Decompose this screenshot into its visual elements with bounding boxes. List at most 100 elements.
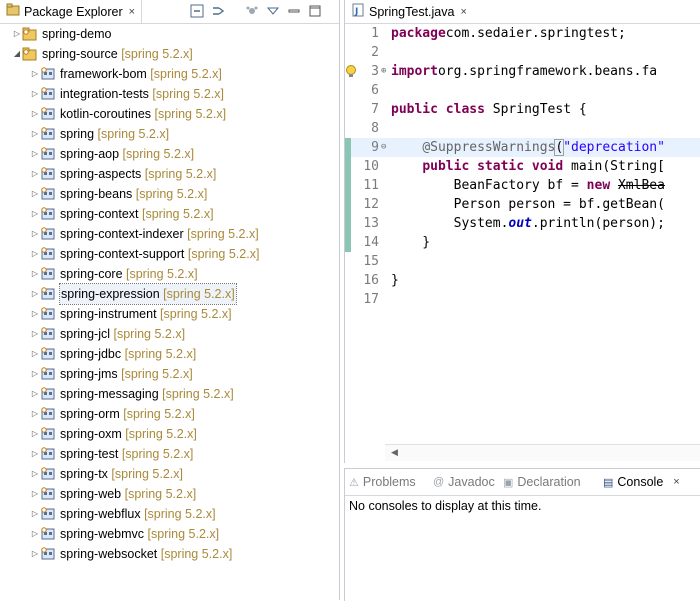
tree-item-spring-aspects[interactable]: ▷ spring-aspects [spring 5.2.x] bbox=[0, 164, 339, 184]
collapsed-twisty-icon[interactable]: ▷ bbox=[30, 204, 40, 224]
tree-item-spring-jms[interactable]: ▷ spring-jms [spring 5.2.x] bbox=[0, 364, 339, 384]
tab-console[interactable]: ▤ Console × bbox=[603, 469, 680, 495]
tree-item-text: spring-oxm [spring 5.2.x] bbox=[60, 424, 197, 444]
code-line[interactable]: 8 bbox=[345, 119, 700, 138]
collapsed-twisty-icon[interactable]: ▷ bbox=[30, 124, 40, 144]
tree-item-spring-jdbc[interactable]: ▷ spring-jdbc [spring 5.2.x] bbox=[0, 344, 339, 364]
collapsed-twisty-icon[interactable]: ▷ bbox=[30, 244, 40, 264]
scroll-left-icon[interactable]: ◀ bbox=[391, 447, 398, 458]
tree-item-spring-context-indexer[interactable]: ▷ spring-context-indexer [spring 5.2.x] bbox=[0, 224, 339, 244]
horizontal-scrollbar[interactable]: ◀ bbox=[385, 444, 700, 461]
collapsed-twisty-icon[interactable]: ▷ bbox=[30, 324, 40, 344]
code-line[interactable]: 15 bbox=[345, 252, 700, 271]
tree-item-spring[interactable]: ▷ spring [spring 5.2.x] bbox=[0, 124, 339, 144]
tree-item-spring-websocket[interactable]: ▷ spring-websocket [spring 5.2.x] bbox=[0, 544, 339, 564]
line-number: 12 bbox=[363, 197, 379, 212]
tree-item-spring-source[interactable]: ◢ spring-source [spring 5.2.x] bbox=[0, 44, 339, 64]
tab-declaration[interactable]: ▣ Declaration bbox=[503, 469, 581, 495]
code-line[interactable]: 7 public class SpringTest { bbox=[345, 100, 700, 119]
close-icon[interactable]: × bbox=[129, 6, 135, 18]
collapsed-twisty-icon[interactable]: ▷ bbox=[12, 24, 22, 44]
gradle-project-icon bbox=[40, 187, 56, 201]
branch-label: [spring 5.2.x] bbox=[156, 307, 232, 321]
tab-springtest-java[interactable]: J SpringTest.java × bbox=[345, 0, 473, 23]
tree-item-spring-core[interactable]: ▷ spring-core [spring 5.2.x] bbox=[0, 264, 339, 284]
collapsed-twisty-icon[interactable]: ▷ bbox=[30, 84, 40, 104]
minimize-icon[interactable] bbox=[285, 2, 303, 20]
code-line[interactable]: 11 BeanFactory bf = new XmlBea bbox=[345, 176, 700, 195]
link-with-editor-icon[interactable] bbox=[209, 2, 227, 20]
code-editor[interactable]: 1 packagecom.sedaier.springtest; 2 3 ⊕ import… bbox=[345, 24, 700, 444]
close-icon[interactable]: × bbox=[673, 476, 679, 488]
collapsed-twisty-icon[interactable]: ▷ bbox=[30, 144, 40, 164]
gradle-project-icon bbox=[40, 367, 56, 381]
view-menu-icon[interactable] bbox=[264, 2, 282, 20]
code-line[interactable]: 9 ⊖ @SuppressWarnings("deprecation" bbox=[345, 138, 700, 157]
close-icon[interactable]: × bbox=[460, 6, 466, 18]
tree-item-integration-tests[interactable]: ▷ integration-tests [spring 5.2.x] bbox=[0, 84, 339, 104]
collapsed-twisty-icon[interactable]: ▷ bbox=[30, 464, 40, 484]
tab-problems[interactable]: ⚠ Problems bbox=[349, 469, 416, 495]
collapsed-twisty-icon[interactable]: ▷ bbox=[30, 384, 40, 404]
expanded-twisty-icon[interactable]: ◢ bbox=[12, 44, 22, 64]
collapse-all-icon[interactable] bbox=[188, 2, 206, 20]
collapsed-twisty-icon[interactable]: ▷ bbox=[30, 104, 40, 124]
tab-javadoc[interactable]: @ Javadoc bbox=[433, 469, 495, 495]
code-text: Person person = bf.getBean( bbox=[391, 195, 665, 214]
tree-item-spring-webflux[interactable]: ▷ spring-webflux [spring 5.2.x] bbox=[0, 504, 339, 524]
code-line[interactable]: 14 } bbox=[345, 233, 700, 252]
collapsed-twisty-icon[interactable]: ▷ bbox=[30, 184, 40, 204]
collapsed-twisty-icon[interactable]: ▷ bbox=[30, 344, 40, 364]
line-number: 8 bbox=[371, 121, 379, 136]
tree-item-spring-demo[interactable]: ▷ spring-demo bbox=[0, 24, 339, 44]
maximize-icon[interactable] bbox=[306, 2, 324, 20]
focus-icon[interactable] bbox=[243, 2, 261, 20]
collapsed-twisty-icon[interactable]: ▷ bbox=[30, 304, 40, 324]
tree-item-spring-orm[interactable]: ▷ spring-orm [spring 5.2.x] bbox=[0, 404, 339, 424]
tree-item-spring-beans[interactable]: ▷ spring-beans [spring 5.2.x] bbox=[0, 184, 339, 204]
tree-item-spring-messaging[interactable]: ▷ spring-messaging [spring 5.2.x] bbox=[0, 384, 339, 404]
collapsed-twisty-icon[interactable]: ▷ bbox=[30, 364, 40, 384]
collapsed-twisty-icon[interactable]: ▷ bbox=[30, 164, 40, 184]
collapsed-twisty-icon[interactable]: ▷ bbox=[30, 544, 40, 564]
project-tree: ▷ spring-demo ◢ spring-source [spring 5.2.x… bbox=[0, 24, 339, 564]
collapsed-twisty-icon[interactable]: ▷ bbox=[30, 284, 40, 304]
collapsed-twisty-icon[interactable]: ▷ bbox=[30, 524, 40, 544]
code-line[interactable]: 10 public static void main(String[ bbox=[345, 157, 700, 176]
code-line[interactable]: 13 System.out.println(person); bbox=[345, 214, 700, 233]
tree-item-spring-aop[interactable]: ▷ spring-aop [spring 5.2.x] bbox=[0, 144, 339, 164]
tree-item-spring-context[interactable]: ▷ spring-context [spring 5.2.x] bbox=[0, 204, 339, 224]
collapsed-twisty-icon[interactable]: ▷ bbox=[30, 504, 40, 524]
collapsed-twisty-icon[interactable]: ▷ bbox=[30, 264, 40, 284]
tree-item-kotlin-coroutines[interactable]: ▷ kotlin-coroutines [spring 5.2.x] bbox=[0, 104, 339, 124]
code-token: Person person = bf.getBean( bbox=[391, 197, 665, 212]
tree-item-spring-context-support[interactable]: ▷ spring-context-support [spring 5.2.x] bbox=[0, 244, 339, 264]
collapsed-twisty-icon[interactable]: ▷ bbox=[30, 484, 40, 504]
tree-item-spring-expression[interactable]: ▷ spring-expression [spring 5.2.x] bbox=[0, 283, 339, 305]
expand-fold-icon[interactable]: ⊕ bbox=[381, 62, 386, 81]
tree-item-spring-web[interactable]: ▷ spring-web [spring 5.2.x] bbox=[0, 484, 339, 504]
code-line[interactable]: 12 Person person = bf.getBean( bbox=[345, 195, 700, 214]
code-line[interactable]: 6 bbox=[345, 81, 700, 100]
collapsed-twisty-icon[interactable]: ▷ bbox=[30, 444, 40, 464]
code-line[interactable]: 16} bbox=[345, 271, 700, 290]
collapsed-twisty-icon[interactable]: ▷ bbox=[30, 224, 40, 244]
tree-item-spring-tx[interactable]: ▷ spring-tx [spring 5.2.x] bbox=[0, 464, 339, 484]
code-line[interactable]: 17 bbox=[345, 290, 700, 309]
collapsed-twisty-icon[interactable]: ▷ bbox=[30, 424, 40, 444]
code-line[interactable]: 3 ⊕ importorg.springframework.beans.fa bbox=[345, 62, 700, 81]
tree-item-spring-oxm[interactable]: ▷ spring-oxm [spring 5.2.x] bbox=[0, 424, 339, 444]
project-icon bbox=[22, 27, 38, 41]
tree-item-spring-jcl[interactable]: ▷ spring-jcl [spring 5.2.x] bbox=[0, 324, 339, 344]
code-line[interactable]: 1 packagecom.sedaier.springtest; bbox=[345, 24, 700, 43]
collapsed-twisty-icon[interactable]: ▷ bbox=[30, 404, 40, 424]
tree-item-spring-instrument[interactable]: ▷ spring-instrument [spring 5.2.x] bbox=[0, 304, 339, 324]
line-number: 6 bbox=[371, 83, 379, 98]
collapse-fold-icon[interactable]: ⊖ bbox=[381, 138, 386, 157]
tab-package-explorer[interactable]: Package Explorer × bbox=[0, 0, 143, 23]
code-line[interactable]: 2 bbox=[345, 43, 700, 62]
collapsed-twisty-icon[interactable]: ▷ bbox=[30, 64, 40, 84]
tree-item-framework-bom[interactable]: ▷ framework-bom [spring 5.2.x] bbox=[0, 64, 339, 84]
tree-item-spring-webmvc[interactable]: ▷ spring-webmvc [spring 5.2.x] bbox=[0, 524, 339, 544]
tree-item-spring-test[interactable]: ▷ spring-test [spring 5.2.x] bbox=[0, 444, 339, 464]
